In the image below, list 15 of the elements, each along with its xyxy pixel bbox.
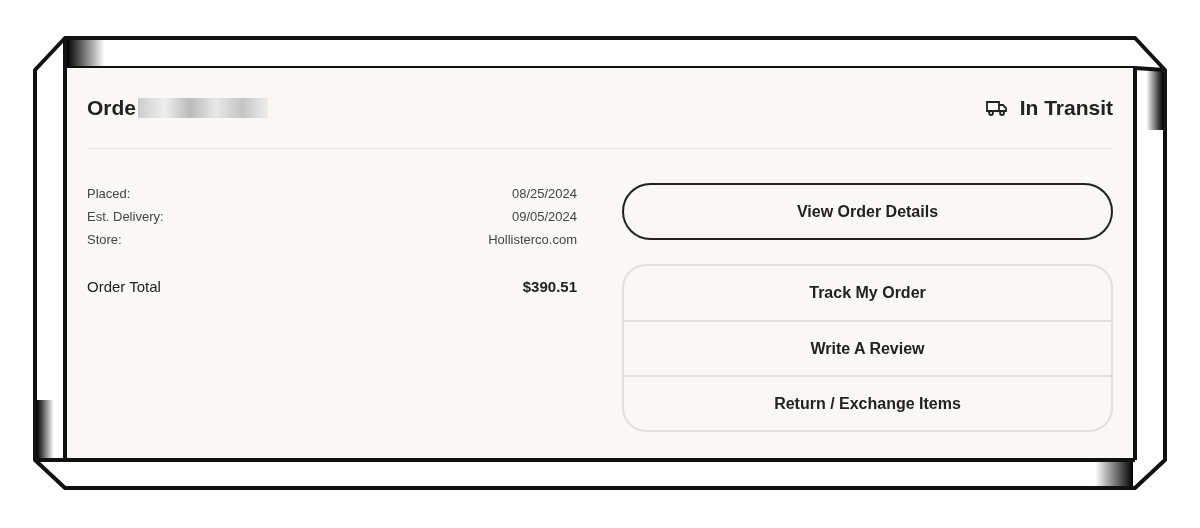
- truck-icon: [985, 100, 1008, 116]
- action-button[interactable]: Track My Order: [624, 266, 1111, 320]
- detail-value: 08/25/2024: [511, 185, 577, 203]
- detail-value: 09/05/2024: [511, 208, 577, 226]
- total-label: Order Total: [87, 277, 161, 297]
- detail-label: Est. Delivery:: [87, 208, 164, 226]
- order-status: In Transit: [1019, 95, 1113, 122]
- detail-value: Hollisterco.com: [488, 231, 577, 249]
- total-value: $390.51: [522, 277, 577, 297]
- detail-label: Store:: [87, 231, 122, 249]
- action-button[interactable]: Write A Review: [624, 320, 1111, 375]
- view-details-button[interactable]: View Order Details: [622, 183, 1113, 240]
- action-button[interactable]: Return / Exchange Items: [624, 375, 1111, 430]
- order-title: Orde: [87, 95, 136, 122]
- detail-label: Placed:: [87, 185, 131, 203]
